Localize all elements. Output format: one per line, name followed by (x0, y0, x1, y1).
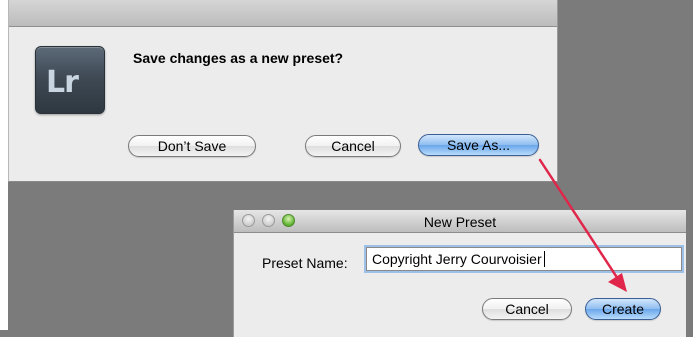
arrow-head (608, 273, 627, 292)
annotation-arrow-icon (538, 158, 627, 292)
arrow-shaft (538, 158, 620, 281)
